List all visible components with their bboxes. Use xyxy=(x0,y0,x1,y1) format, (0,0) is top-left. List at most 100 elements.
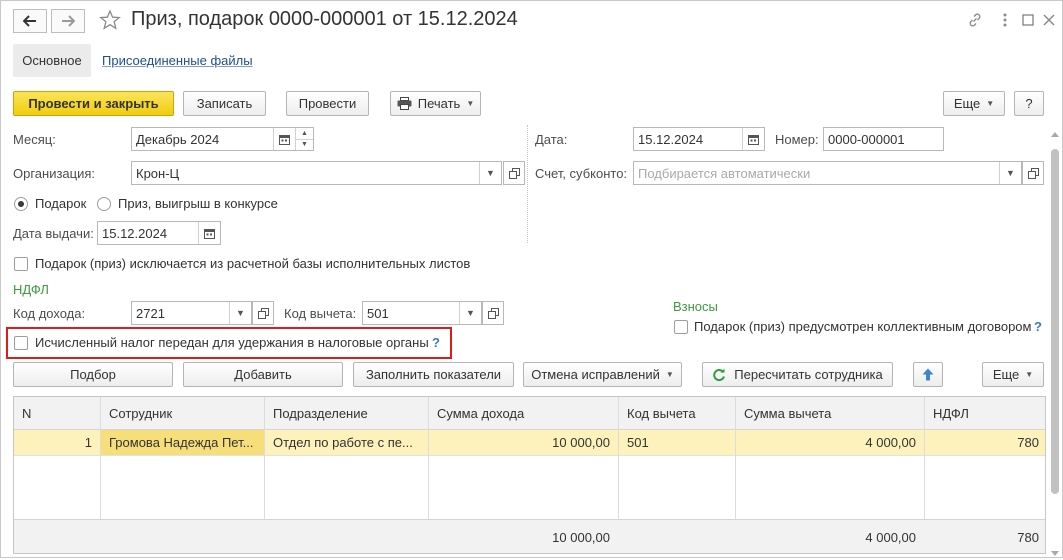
back-button[interactable] xyxy=(13,9,47,33)
cell-deduction-code[interactable]: 501 xyxy=(619,430,735,455)
favorite-star-button[interactable] xyxy=(99,9,121,34)
more-label: Еще xyxy=(953,96,981,111)
spin-up-icon[interactable]: ▲ xyxy=(296,128,313,140)
tax-transferred-checkbox[interactable] xyxy=(14,336,28,350)
close-button[interactable] xyxy=(1039,10,1059,30)
up-arrow-icon xyxy=(922,368,934,381)
maximize-button[interactable] xyxy=(1018,10,1038,30)
chevron-down-icon[interactable]: ▼ xyxy=(229,302,251,324)
scroll-thumb[interactable] xyxy=(1051,149,1059,494)
column-header-income[interactable]: Сумма дохода xyxy=(429,397,618,430)
tax-transferred-label[interactable]: Исчисленный налог передан для удержания … xyxy=(35,335,429,350)
deduction-code-label: Код вычета: xyxy=(284,306,357,321)
cell-deduction-sum[interactable]: 4 000,00 xyxy=(736,430,924,455)
recalculate-employee-button[interactable]: Пересчитать сотрудника xyxy=(702,362,893,387)
calendar-icon[interactable] xyxy=(742,128,764,150)
add-button[interactable]: Добавить xyxy=(183,362,343,387)
star-icon xyxy=(99,9,121,30)
organization-open-button[interactable] xyxy=(503,161,525,185)
fill-indicators-button[interactable]: Заполнить показатели xyxy=(353,362,514,387)
radio-dot xyxy=(18,201,24,207)
table-more-button[interactable]: Еще ▼ xyxy=(982,362,1044,387)
chevron-down-icon[interactable]: ▼ xyxy=(999,162,1021,184)
save-button[interactable]: Записать xyxy=(183,91,266,116)
chevron-down-icon[interactable]: ▼ xyxy=(479,162,501,184)
collective-help-icon[interactable]: ? xyxy=(1034,319,1042,334)
radio-prize-label[interactable]: Приз, выигрыш в конкурсе xyxy=(118,196,278,211)
month-field[interactable]: Декабрь 2024 ▲ ▼ xyxy=(131,127,314,151)
number-field[interactable]: 0000-000001 xyxy=(823,127,944,151)
issue-date-value: 15.12.2024 xyxy=(102,225,168,241)
tab-main[interactable]: Основное xyxy=(13,44,91,77)
tax-transferred-help-icon[interactable]: ? xyxy=(432,335,440,350)
scroll-down-icon[interactable] xyxy=(1051,545,1059,556)
more-button[interactable]: Еще ▼ xyxy=(943,91,1005,116)
table-header: N Сотрудник Подразделение Сумма дохода К… xyxy=(14,397,1045,430)
collective-agreement-label[interactable]: Подарок (приз) предусмотрен коллективным… xyxy=(694,319,1031,334)
organization-field[interactable]: Крон-Ц ▼ xyxy=(131,161,502,185)
column-header-deduction-code[interactable]: Код вычета xyxy=(619,397,735,430)
more-actions-button[interactable] xyxy=(995,10,1015,30)
deduction-code-value: 501 xyxy=(367,305,389,321)
income-code-open-button[interactable] xyxy=(252,301,274,325)
cell-employee[interactable]: Громова Надежда Пет... xyxy=(101,430,264,455)
help-button[interactable]: ? xyxy=(1014,91,1044,116)
radio-gift-label[interactable]: Подарок xyxy=(35,196,86,211)
account-open-button[interactable] xyxy=(1022,161,1044,185)
income-code-field[interactable]: 2721 ▼ xyxy=(131,301,252,325)
collective-agreement-checkbox[interactable] xyxy=(674,320,688,334)
table-row[interactable]: 1 Громова Надежда Пет... Отдел по работе… xyxy=(14,430,1045,455)
total-ndfl: 780 xyxy=(1017,529,1039,545)
link-button[interactable] xyxy=(965,10,985,30)
organization-label: Организация: xyxy=(13,166,96,181)
organization-value: Крон-Ц xyxy=(136,165,180,181)
ndfl-section-title: НДФЛ xyxy=(13,282,49,297)
calendar-icon[interactable] xyxy=(198,222,220,244)
radio-gift[interactable] xyxy=(14,197,28,211)
more-vert-icon xyxy=(1003,13,1007,27)
cell-ndfl[interactable]: 780 xyxy=(925,430,1045,455)
excluded-label[interactable]: Подарок (приз) исключается из расчетной … xyxy=(35,256,470,271)
select-button[interactable]: Подбор xyxy=(13,362,173,387)
cancel-corrections-button[interactable]: Отмена исправлений ▼ xyxy=(523,362,682,387)
column-header-deduction-sum[interactable]: Сумма вычета xyxy=(736,397,924,430)
month-spinner[interactable]: ▲ ▼ xyxy=(295,128,313,150)
chevron-down-icon[interactable]: ▼ xyxy=(459,302,481,324)
cell-income[interactable]: 10 000,00 xyxy=(429,430,618,455)
print-button[interactable]: Печать ▼ xyxy=(390,91,481,116)
vertical-scrollbar[interactable] xyxy=(1049,127,1061,556)
column-header-department[interactable]: Подразделение xyxy=(265,397,428,430)
employees-table[interactable]: N Сотрудник Подразделение Сумма дохода К… xyxy=(13,396,1046,554)
account-field[interactable]: Подбирается автоматически ▼ xyxy=(633,161,1022,185)
column-header-n[interactable]: N xyxy=(14,397,100,430)
column-header-ndfl[interactable]: НДФЛ xyxy=(925,397,1045,430)
open-form-icon xyxy=(487,307,499,319)
date-field[interactable]: 15.12.2024 xyxy=(633,127,765,151)
column-divider xyxy=(527,125,528,243)
calendar-icon[interactable] xyxy=(273,128,295,150)
row-divider xyxy=(14,455,1045,456)
number-value: 0000-000001 xyxy=(828,131,905,147)
total-deduction: 4 000,00 xyxy=(865,529,916,545)
move-up-button[interactable] xyxy=(913,362,943,387)
issue-date-field[interactable]: 15.12.2024 xyxy=(97,221,221,245)
cell-department[interactable]: Отдел по работе с пе... xyxy=(265,430,428,455)
column-header-employee[interactable]: Сотрудник xyxy=(101,397,264,430)
page-title: Приз, подарок 0000-000001 от 15.12.2024 xyxy=(131,8,518,30)
maximize-icon xyxy=(1022,14,1034,26)
deduction-code-open-button[interactable] xyxy=(482,301,504,325)
excluded-checkbox[interactable] xyxy=(14,257,28,271)
post-button[interactable]: Провести xyxy=(286,91,369,116)
scroll-up-icon[interactable] xyxy=(1051,127,1059,137)
radio-prize[interactable] xyxy=(97,197,111,211)
deduction-code-field[interactable]: 501 ▼ xyxy=(362,301,482,325)
cell-n[interactable]: 1 xyxy=(14,430,100,455)
forward-button[interactable] xyxy=(51,9,85,33)
post-and-close-button[interactable]: Провести и закрыть xyxy=(13,91,174,116)
date-value: 15.12.2024 xyxy=(638,131,704,147)
spin-down-icon[interactable]: ▼ xyxy=(296,140,313,151)
date-label: Дата: xyxy=(535,132,568,147)
tab-attached-files[interactable]: Присоединенные файлы xyxy=(102,53,253,68)
cancel-corrections-label: Отмена исправлений xyxy=(531,367,660,382)
refresh-icon xyxy=(713,368,726,381)
